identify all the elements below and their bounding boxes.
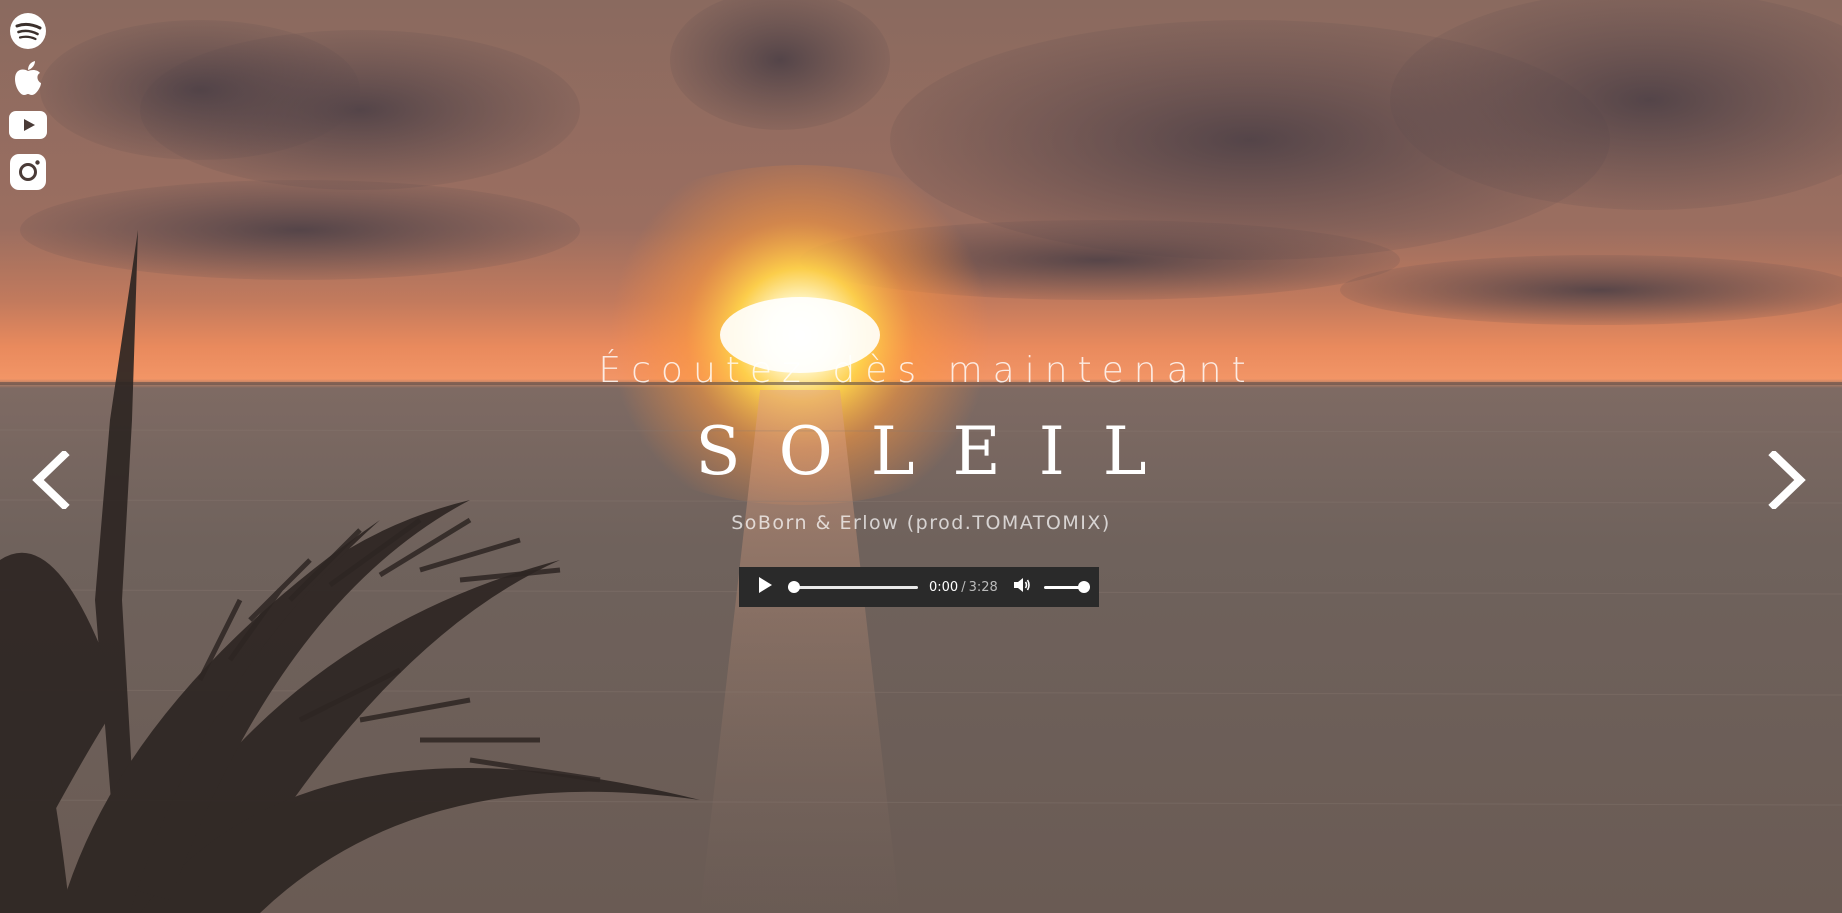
play-icon	[757, 576, 773, 598]
total-time: 3:28	[968, 579, 998, 595]
time-display: 0:00 / 3:28	[929, 580, 998, 595]
track-artists: SoBorn & Erlow (prod.TOMATOMIX)	[731, 512, 1111, 534]
current-time: 0:00	[929, 579, 959, 595]
progress-slider[interactable]	[788, 580, 918, 594]
progress-track	[788, 586, 918, 589]
progress-thumb[interactable]	[788, 581, 800, 593]
volume-slider[interactable]	[1043, 580, 1090, 594]
mute-button[interactable]	[1012, 577, 1032, 597]
volume-thumb[interactable]	[1077, 581, 1090, 593]
page: Écoutez dès maintenant SOLEIL SoBorn & E…	[0, 0, 1842, 913]
hero-section: Écoutez dès maintenant SOLEIL SoBorn & E…	[0, 0, 1842, 913]
hero-kicker: Écoutez dès maintenant	[598, 350, 1256, 391]
time-separator: /	[961, 579, 966, 595]
track-title: SOLEIL	[695, 413, 1185, 490]
volume-icon	[1013, 576, 1031, 598]
play-button[interactable]	[754, 576, 776, 598]
audio-player: 0:00 / 3:28	[739, 567, 1099, 607]
